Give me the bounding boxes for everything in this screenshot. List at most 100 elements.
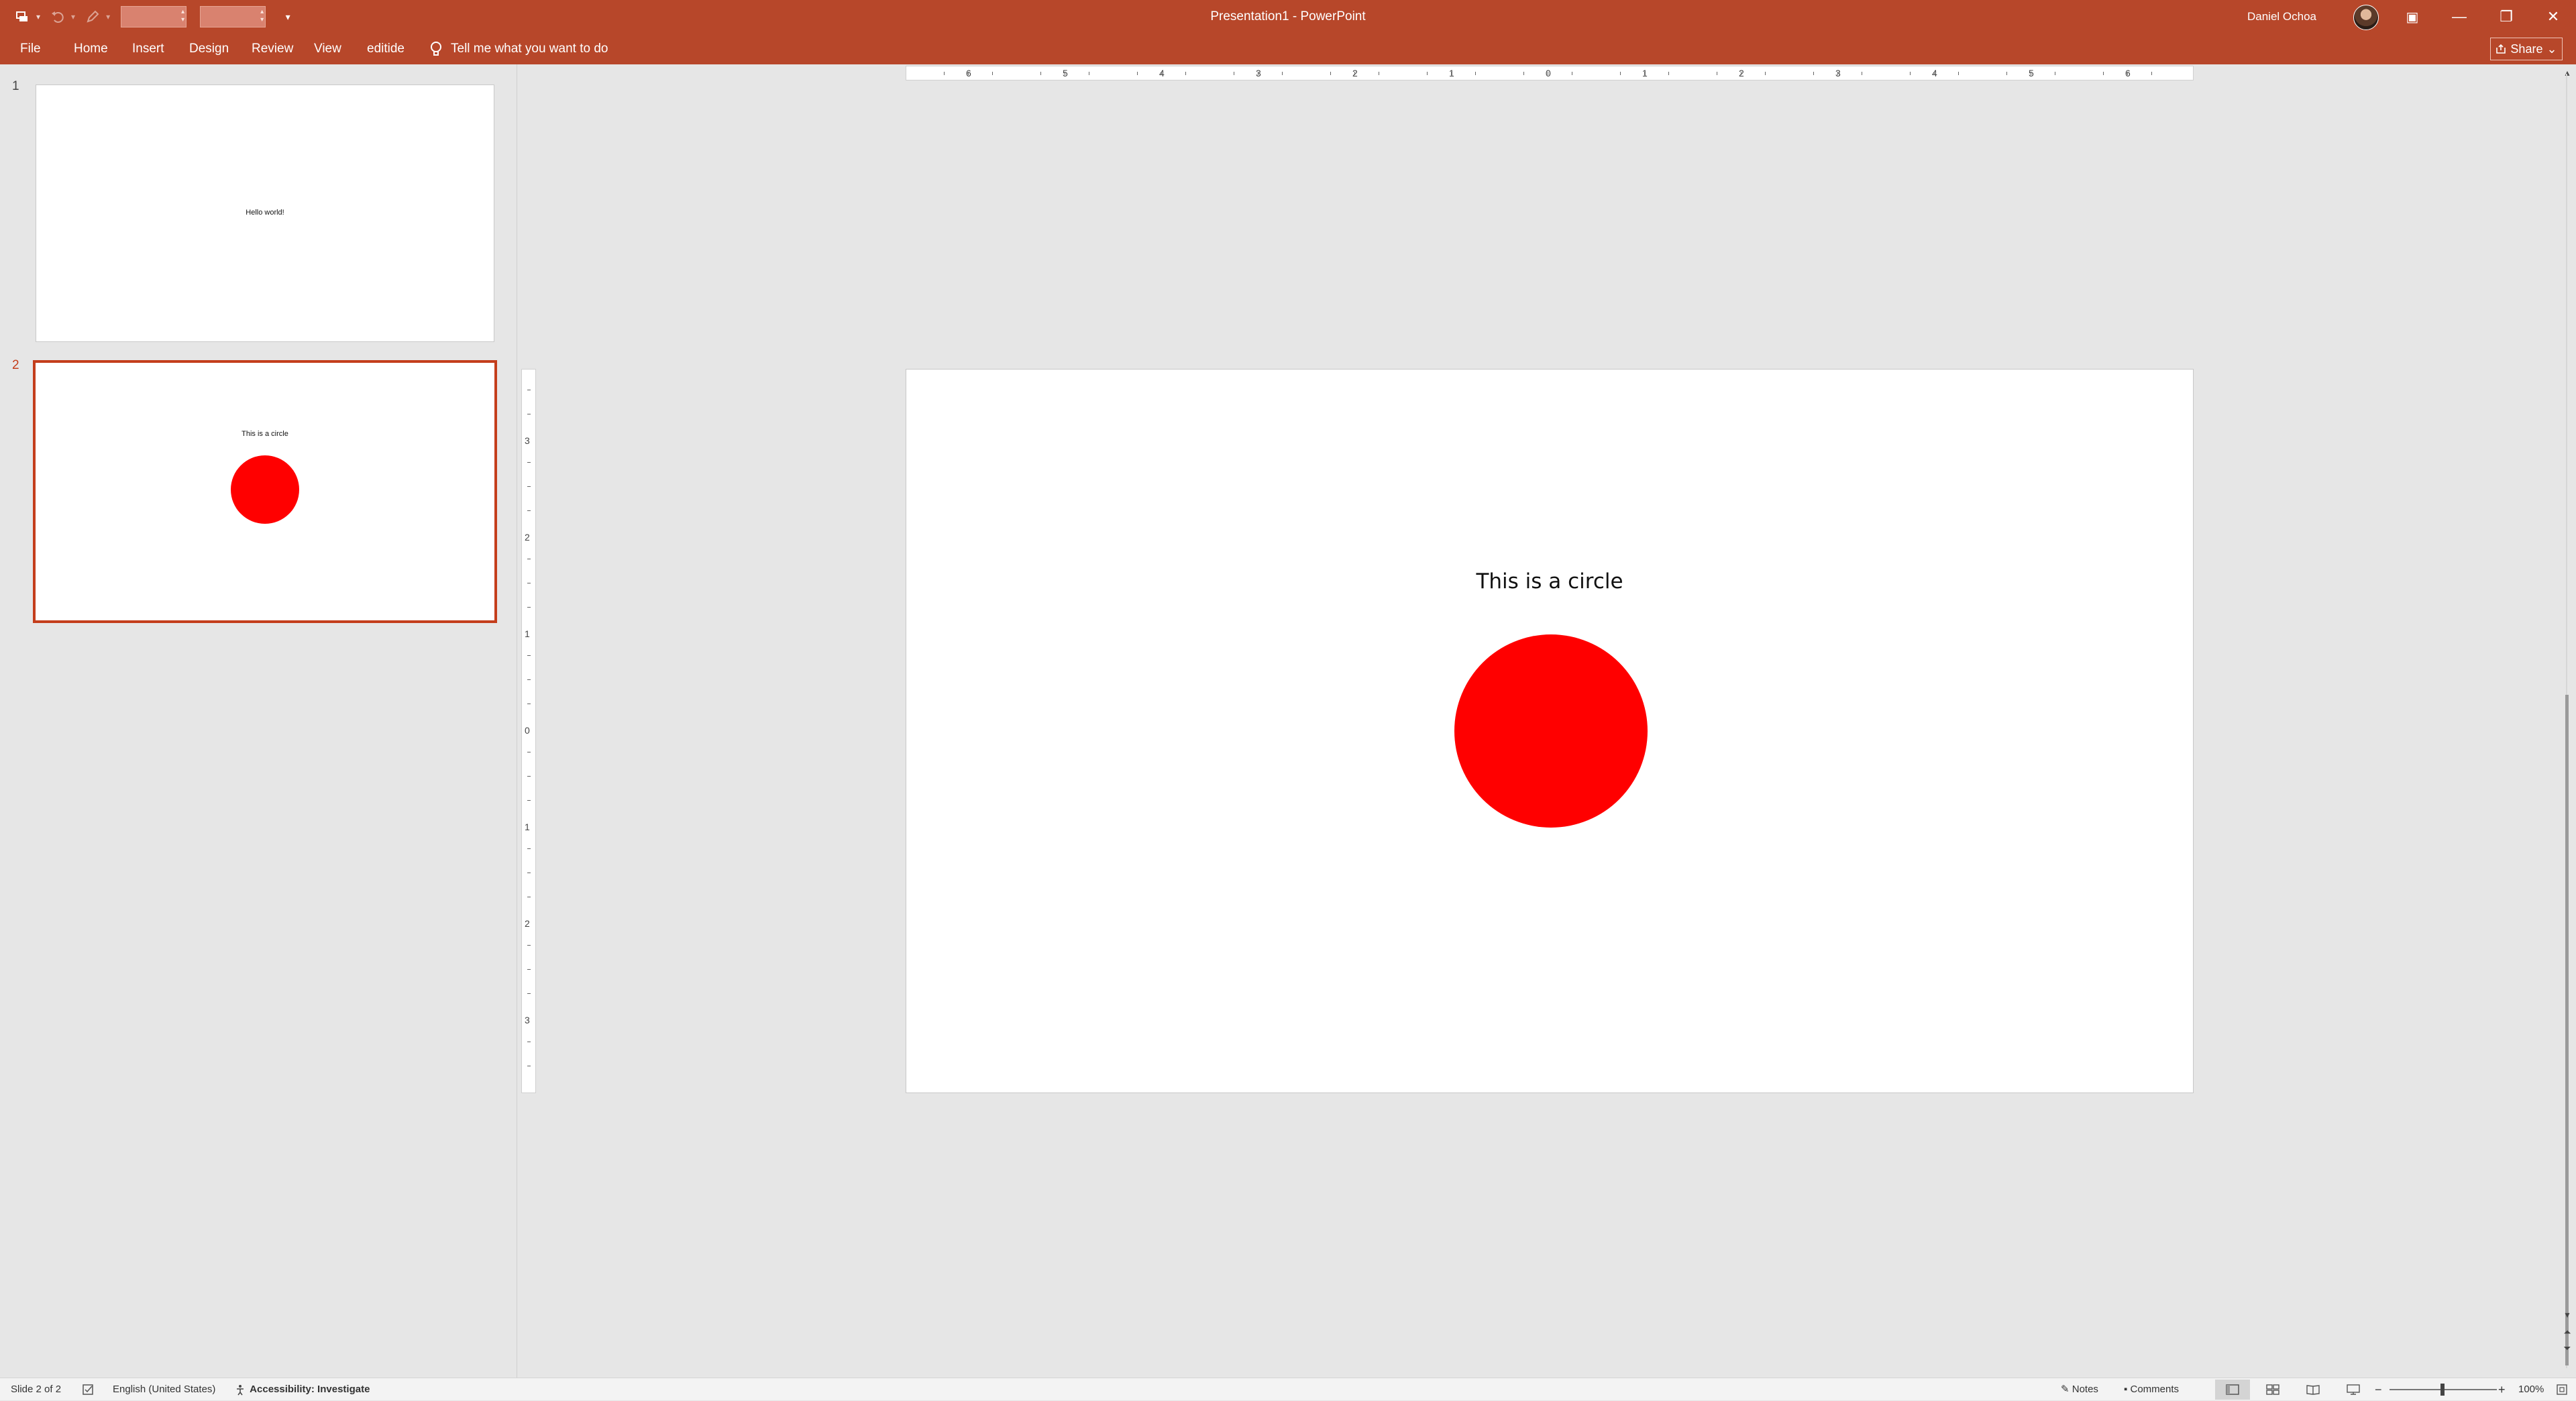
undo-icon[interactable] (44, 3, 71, 30)
fit-slide-icon[interactable] (2556, 1378, 2568, 1401)
slide-number-1: 1 (12, 79, 19, 93)
slide-text-box[interactable]: This is a circle (906, 569, 2193, 594)
avatar[interactable] (2353, 5, 2379, 30)
pen-icon[interactable] (79, 3, 106, 30)
notes-button[interactable]: ✎ Notes (2061, 1378, 2098, 1401)
ruler-tick (1354, 72, 1355, 75)
restore-icon[interactable]: ❐ (2483, 0, 2529, 34)
thumbnail-text: This is a circle (241, 430, 288, 438)
ruler-tick (527, 800, 531, 801)
ruler-tick (1451, 72, 1452, 75)
slide-indicator: Slide 2 of 2 (11, 1384, 62, 1395)
slide-sorter-icon[interactable] (9, 3, 36, 30)
zoom-in-button[interactable]: + (2498, 1378, 2506, 1401)
ruler-label: 0 (525, 725, 530, 736)
ruler-tick (1282, 72, 1283, 75)
ruler-tick (1813, 72, 1814, 75)
close-icon[interactable]: ✕ (2530, 0, 2576, 34)
ruler-tick (992, 72, 993, 75)
tab-file[interactable]: File (20, 34, 41, 64)
share-button[interactable]: Share ⌄ (2490, 38, 2563, 60)
language-status[interactable]: English (United States) (113, 1378, 215, 1401)
scroll-up-icon[interactable]: ▴ (2561, 66, 2573, 79)
ruler-label: 1 (525, 822, 530, 832)
tab-review[interactable]: Review (252, 34, 293, 64)
size-spin-icon[interactable]: ▴ ▾ (260, 8, 264, 24)
slide-show-icon (2347, 1384, 2360, 1395)
ruler-label: 1 (525, 628, 530, 639)
notes-icon: ✎ (2061, 1384, 2070, 1395)
thumbnail-circle (231, 455, 299, 524)
zoom-out-button[interactable]: − (2375, 1378, 2382, 1401)
ruler-tick (2006, 72, 2007, 75)
ruler-tick (527, 607, 531, 608)
ruler-tick (1620, 72, 1621, 75)
slide-thumbnail-1[interactable]: Hello world! (36, 85, 494, 342)
tell-me-placeholder: Tell me what you want to do (451, 42, 608, 56)
ruler-tick (527, 679, 531, 680)
comments-button[interactable]: ▪ Comments (2124, 1378, 2179, 1401)
ruler-tick (1765, 72, 1766, 75)
previous-slide-icon[interactable]: ⏶ (2561, 1325, 2573, 1339)
ruler-label: 3 (525, 1015, 530, 1025)
tab-design[interactable]: Design (189, 34, 229, 64)
zoom-level[interactable]: 100% (2518, 1378, 2544, 1401)
ruler-label: 2 (525, 532, 530, 543)
font-spin-icon[interactable]: ▴ ▾ (181, 8, 184, 24)
slide-show-button[interactable] (2336, 1380, 2371, 1400)
comments-label: Comments (2130, 1384, 2180, 1395)
ruler-tick (1958, 72, 1959, 75)
tab-editide[interactable]: editide (367, 34, 405, 64)
ruler-tick (527, 510, 531, 511)
accessibility-status[interactable]: Accessibility: Investigate (235, 1378, 370, 1401)
slide-number-2: 2 (12, 358, 19, 372)
normal-view-button[interactable] (2215, 1380, 2250, 1400)
accessibility-icon (237, 1385, 244, 1396)
scroll-down-icon[interactable]: ▾ (2561, 1308, 2573, 1321)
font-name-box[interactable]: ▴ ▾ (121, 6, 187, 27)
tab-home[interactable]: Home (74, 34, 108, 64)
vertical-scrollbar[interactable]: ▴ ▾ ⏶ ⏷ (2559, 64, 2576, 1378)
ruler-tick (2127, 72, 2128, 75)
reading-view-button[interactable] (2296, 1380, 2330, 1400)
vertical-ruler[interactable]: 3 2 1 0 1 2 3 (521, 369, 536, 1093)
ruler-tick (1330, 72, 1331, 75)
accessibility-label: Accessibility: Investigate (250, 1384, 370, 1395)
ribbon-display-options-icon[interactable]: ▣ (2390, 0, 2435, 34)
spelling-check-icon[interactable] (82, 1378, 95, 1401)
ruler-tick (968, 72, 969, 75)
ruler-tick (1644, 72, 1645, 75)
slide-canvas[interactable]: This is a circle (906, 369, 2194, 1093)
next-slide-icon[interactable]: ⏷ (2561, 1341, 2573, 1355)
quick-access-toolbar: ▾ ▾ ▾ ▴ ▾ ▴ ▾ ▾ (9, 0, 298, 34)
tell-me-search[interactable]: Tell me what you want to do (429, 34, 608, 64)
notes-label: Notes (2072, 1384, 2098, 1395)
ruler-tick (1137, 72, 1138, 75)
ruler-tick (1040, 72, 1041, 75)
qat-caret-icon[interactable]: ▾ (36, 12, 40, 21)
slide-thumbnail-2[interactable]: This is a circle (33, 360, 497, 623)
user-name[interactable]: Daniel Ochoa (2247, 0, 2316, 34)
ruler-tick (944, 72, 945, 75)
horizontal-ruler[interactable]: 6 5 4 3 2 1 0 1 2 3 4 5 6 (906, 66, 2194, 80)
zoom-slider-thumb[interactable] (2440, 1384, 2445, 1396)
share-icon (2496, 44, 2506, 54)
slide-sorter-view-icon (2266, 1384, 2279, 1395)
ruler-tick (1934, 72, 1935, 75)
tab-insert[interactable]: Insert (132, 34, 164, 64)
slide-sorter-button[interactable] (2255, 1380, 2290, 1400)
font-size-box[interactable]: ▴ ▾ (200, 6, 266, 27)
ruler-label: 3 (525, 435, 530, 446)
circle-shape[interactable] (1454, 634, 1648, 828)
minimize-icon[interactable]: — (2436, 0, 2482, 34)
tab-view[interactable]: View (314, 34, 341, 64)
ruler-label: 2 (525, 918, 530, 929)
scroll-thumb[interactable] (2565, 695, 2569, 1365)
normal-view-icon (2226, 1384, 2239, 1395)
undo-caret-icon[interactable]: ▾ (71, 12, 75, 21)
ruler-tick (527, 848, 531, 849)
pen-caret-icon[interactable]: ▾ (106, 12, 110, 21)
customize-qat-icon[interactable]: ▾ (278, 3, 298, 30)
share-label: Share (2510, 42, 2543, 56)
ruler-tick (1185, 72, 1186, 75)
